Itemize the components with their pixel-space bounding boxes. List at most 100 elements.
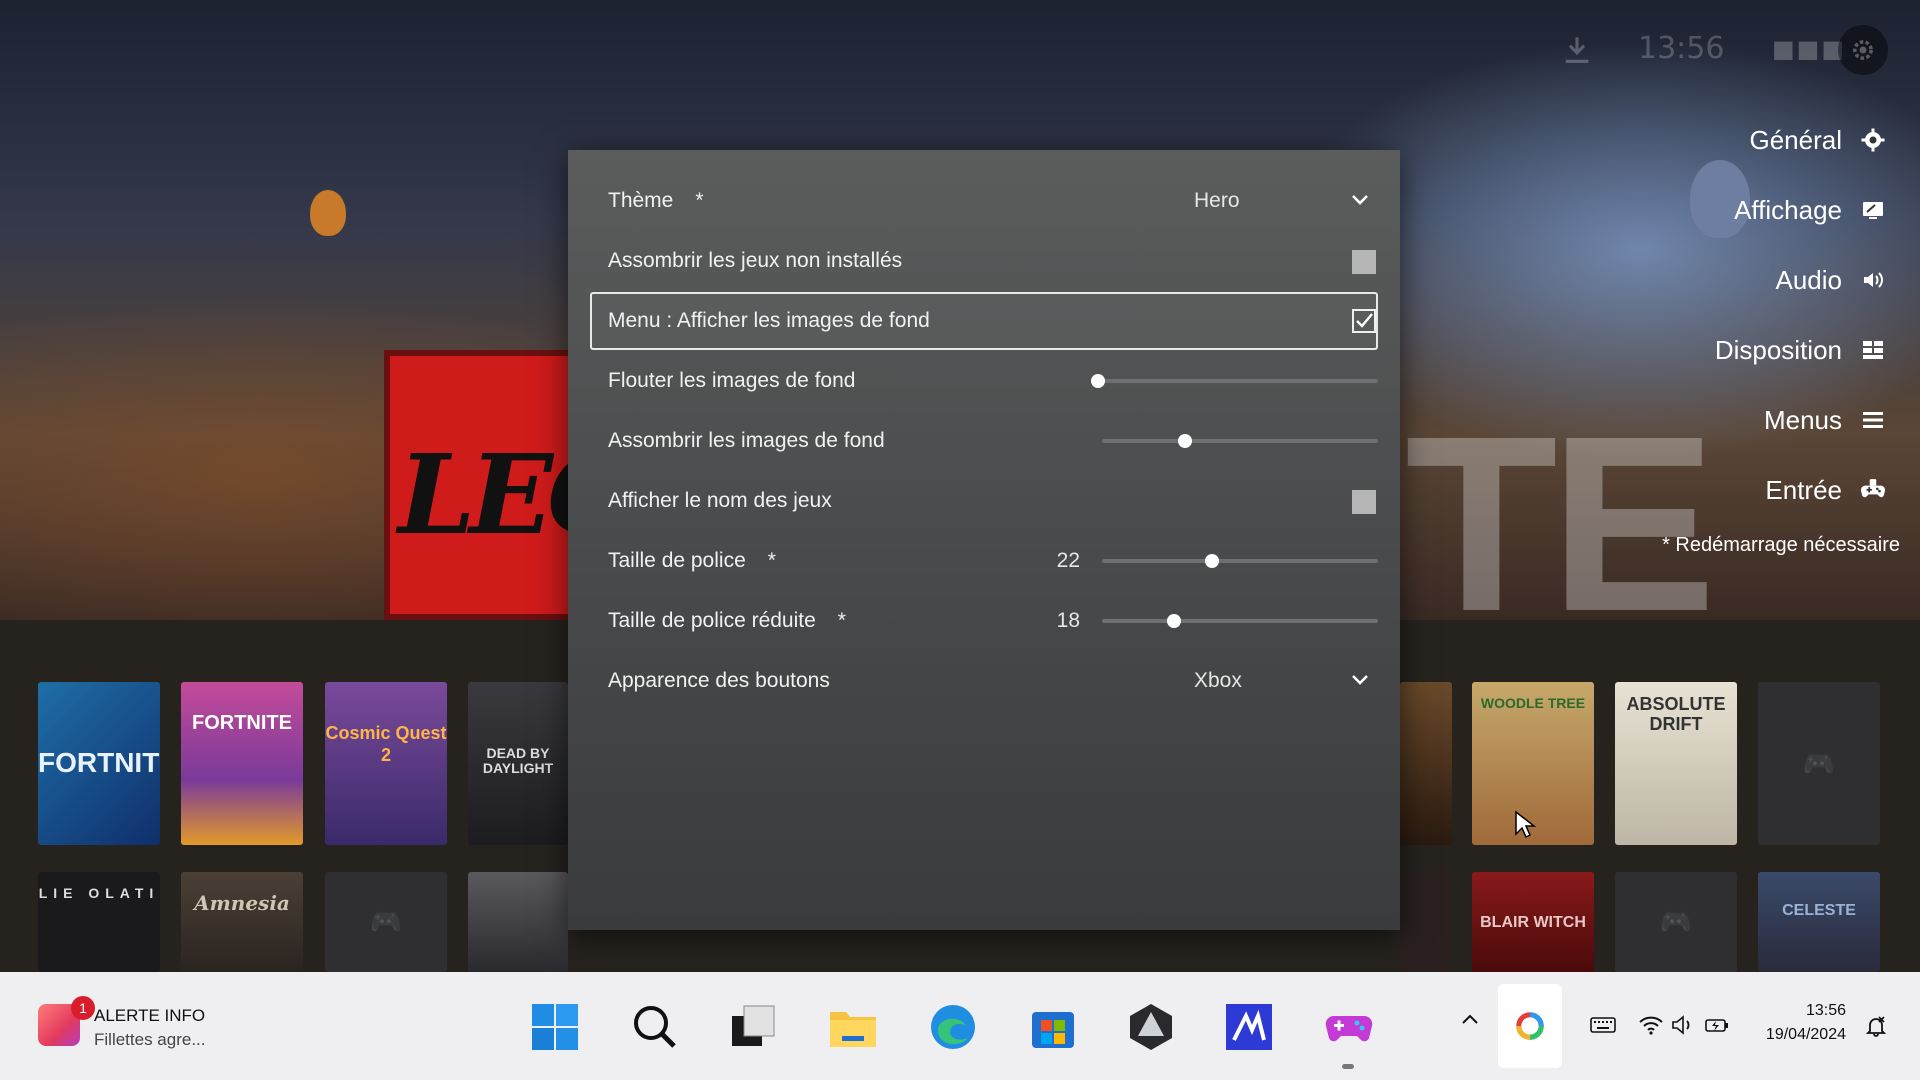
top-status-bar: 13:56 ■■■ [1520, 25, 1920, 75]
theme-select[interactable]: Hero [1194, 189, 1240, 213]
game-tile[interactable]: FORTNITE [38, 682, 160, 845]
search-icon[interactable] [630, 1002, 680, 1052]
font-size-value: 22 [1056, 549, 1080, 572]
menu-lines-icon [1860, 407, 1886, 433]
game-tile[interactable] [1400, 682, 1452, 845]
button-style-select[interactable]: Xbox [1194, 669, 1242, 693]
download-icon[interactable] [1560, 33, 1594, 67]
blur-backgrounds-row[interactable]: Flouter les images de fond [590, 352, 1378, 410]
game-tile[interactable]: ABSOLUTE DRIFT [1615, 682, 1737, 845]
blur-backgrounds-label: Flouter les images de fond [608, 369, 856, 392]
game-tile-title: Amnesia [194, 891, 290, 915]
edge-browser-icon[interactable] [928, 1002, 978, 1052]
more-dots-icon[interactable]: ■■■ [1772, 35, 1846, 63]
font-size-small-label: Taille de police réduite * [608, 609, 846, 632]
game-tile[interactable]: BLAIR WITCH [1472, 872, 1594, 972]
darken-backgrounds-label: Assombrir les images de fond [608, 429, 885, 452]
slider-thumb[interactable] [1091, 374, 1105, 388]
taskbar-date[interactable]: 19/04/2024 [1716, 1026, 1846, 1044]
windows-start-icon[interactable] [530, 1002, 580, 1052]
volume-icon[interactable] [1670, 1012, 1696, 1038]
top-clock: 13:56 [1638, 31, 1725, 66]
font-size-row[interactable]: Taille de police * 22 [590, 532, 1378, 590]
game-tile-empty[interactable] [1758, 682, 1880, 845]
slider-thumb[interactable] [1205, 554, 1220, 568]
task-view-icon[interactable] [728, 1002, 778, 1052]
menu-backgrounds-checkbox[interactable] [1352, 309, 1376, 333]
font-size-slider[interactable] [1102, 554, 1378, 568]
game-tile-title: FORTNITE [38, 747, 160, 778]
menu-item-general[interactable]: Général [1566, 105, 1886, 175]
blur-backgrounds-slider[interactable] [1091, 374, 1378, 388]
microsoft-store-icon[interactable] [1028, 1002, 1078, 1052]
menu-item-label: Entrée [1765, 474, 1842, 505]
notification-bell-icon[interactable] [1864, 1014, 1888, 1038]
gear-icon [1853, 40, 1873, 60]
game-tile[interactable]: DEAD BY DAYLIGHT [468, 682, 568, 845]
menu-item-menus[interactable]: Menus [1566, 385, 1886, 455]
menu-item-label: Général [1749, 124, 1843, 155]
slider-thumb[interactable] [1177, 434, 1192, 448]
menu-backgrounds-row[interactable]: Menu : Afficher les images de fond [590, 292, 1378, 350]
system-tray: 13:56 19/04/2024 [1440, 972, 1920, 1080]
taskbar-time[interactable]: 13:56 [1736, 1002, 1846, 1020]
theme-label: Thème * [608, 189, 704, 212]
darken-backgrounds-slider[interactable] [1102, 434, 1378, 448]
game-tile[interactable]: CELESTE [1758, 872, 1880, 972]
button-style-row[interactable]: Apparence des boutons Xbox [590, 652, 1378, 710]
menu-item-layout[interactable]: Disposition [1566, 315, 1886, 385]
game-tile[interactable]: LIE OLATI [38, 872, 160, 972]
darken-backgrounds-row[interactable]: Assombrir les images de fond [590, 412, 1378, 470]
game-tile-title: ABSOLUTE DRIFT [1626, 694, 1726, 734]
font-size-small-row[interactable]: Taille de police réduite * 18 [590, 592, 1378, 650]
theme-row[interactable]: Thème * Hero [590, 172, 1378, 230]
active-app-indicator [1342, 1064, 1354, 1069]
checkmark-icon [1356, 313, 1373, 328]
show-game-names-row[interactable]: Afficher le nom des jeux [590, 472, 1378, 530]
game-tile[interactable]: Amnesia [181, 872, 303, 972]
armoury-crate-icon[interactable] [1126, 1002, 1176, 1052]
menu-backgrounds-label: Menu : Afficher les images de fond [608, 309, 930, 332]
file-explorer-icon[interactable] [828, 1002, 878, 1052]
dim-uninstalled-label: Assombrir les jeux non installés [608, 249, 903, 272]
chevron-down-icon[interactable] [1350, 190, 1370, 210]
slider-thumb[interactable] [1166, 614, 1181, 628]
wifi-icon[interactable] [1638, 1012, 1664, 1038]
mouse-cursor-icon [1515, 810, 1536, 839]
display-icon [1860, 197, 1886, 223]
playnite-gamepad-icon[interactable] [1324, 1002, 1374, 1052]
chevron-up-icon[interactable] [1458, 1008, 1482, 1032]
game-tile-empty[interactable] [1615, 872, 1737, 972]
myasus-icon[interactable] [1224, 1002, 1274, 1052]
menu-item-label: Audio [1775, 264, 1843, 295]
dim-uninstalled-row[interactable]: Assombrir les jeux non installés [590, 232, 1378, 290]
game-tile[interactable]: FORTNITE [181, 682, 303, 845]
menu-item-input[interactable]: Entrée [1566, 455, 1886, 525]
game-tile-title: Cosmic Quest 2 [325, 723, 447, 765]
dim-uninstalled-checkbox[interactable] [1352, 250, 1376, 274]
grid-icon [1860, 337, 1886, 363]
font-size-small-slider[interactable] [1102, 614, 1378, 628]
speaker-icon [1860, 267, 1886, 293]
news-title: ALERTE INFO [94, 1006, 206, 1025]
copilot-button[interactable] [1498, 984, 1562, 1068]
news-widget[interactable]: 1 ALERTE INFO Fillettes agre... [30, 992, 250, 1062]
game-tile[interactable] [1400, 872, 1452, 972]
keyboard-icon[interactable] [1590, 1012, 1616, 1038]
game-tile[interactable]: Cosmic Quest 2 [325, 682, 447, 845]
settings-category-menu: Général Affichage Audio Disposition Menu… [1566, 105, 1886, 525]
menu-item-audio[interactable]: Audio [1566, 245, 1886, 315]
menu-item-label: Disposition [1714, 334, 1842, 365]
display-settings-panel: Thème * Hero Assombrir les jeux non insta… [568, 150, 1400, 930]
menu-item-display[interactable]: Affichage [1566, 175, 1886, 245]
restart-required-note: * Redémarrage nécessaire [1662, 534, 1900, 556]
settings-gear-button[interactable] [1838, 25, 1888, 75]
button-style-label: Apparence des boutons [608, 669, 830, 692]
game-tile[interactable] [468, 872, 568, 972]
chevron-down-icon[interactable] [1350, 670, 1370, 690]
copilot-icon [1516, 1012, 1544, 1040]
game-tile-empty[interactable] [325, 872, 447, 972]
balloon-art [310, 190, 346, 236]
show-game-names-checkbox[interactable] [1352, 490, 1376, 514]
font-size-label: Taille de police * [608, 549, 776, 572]
